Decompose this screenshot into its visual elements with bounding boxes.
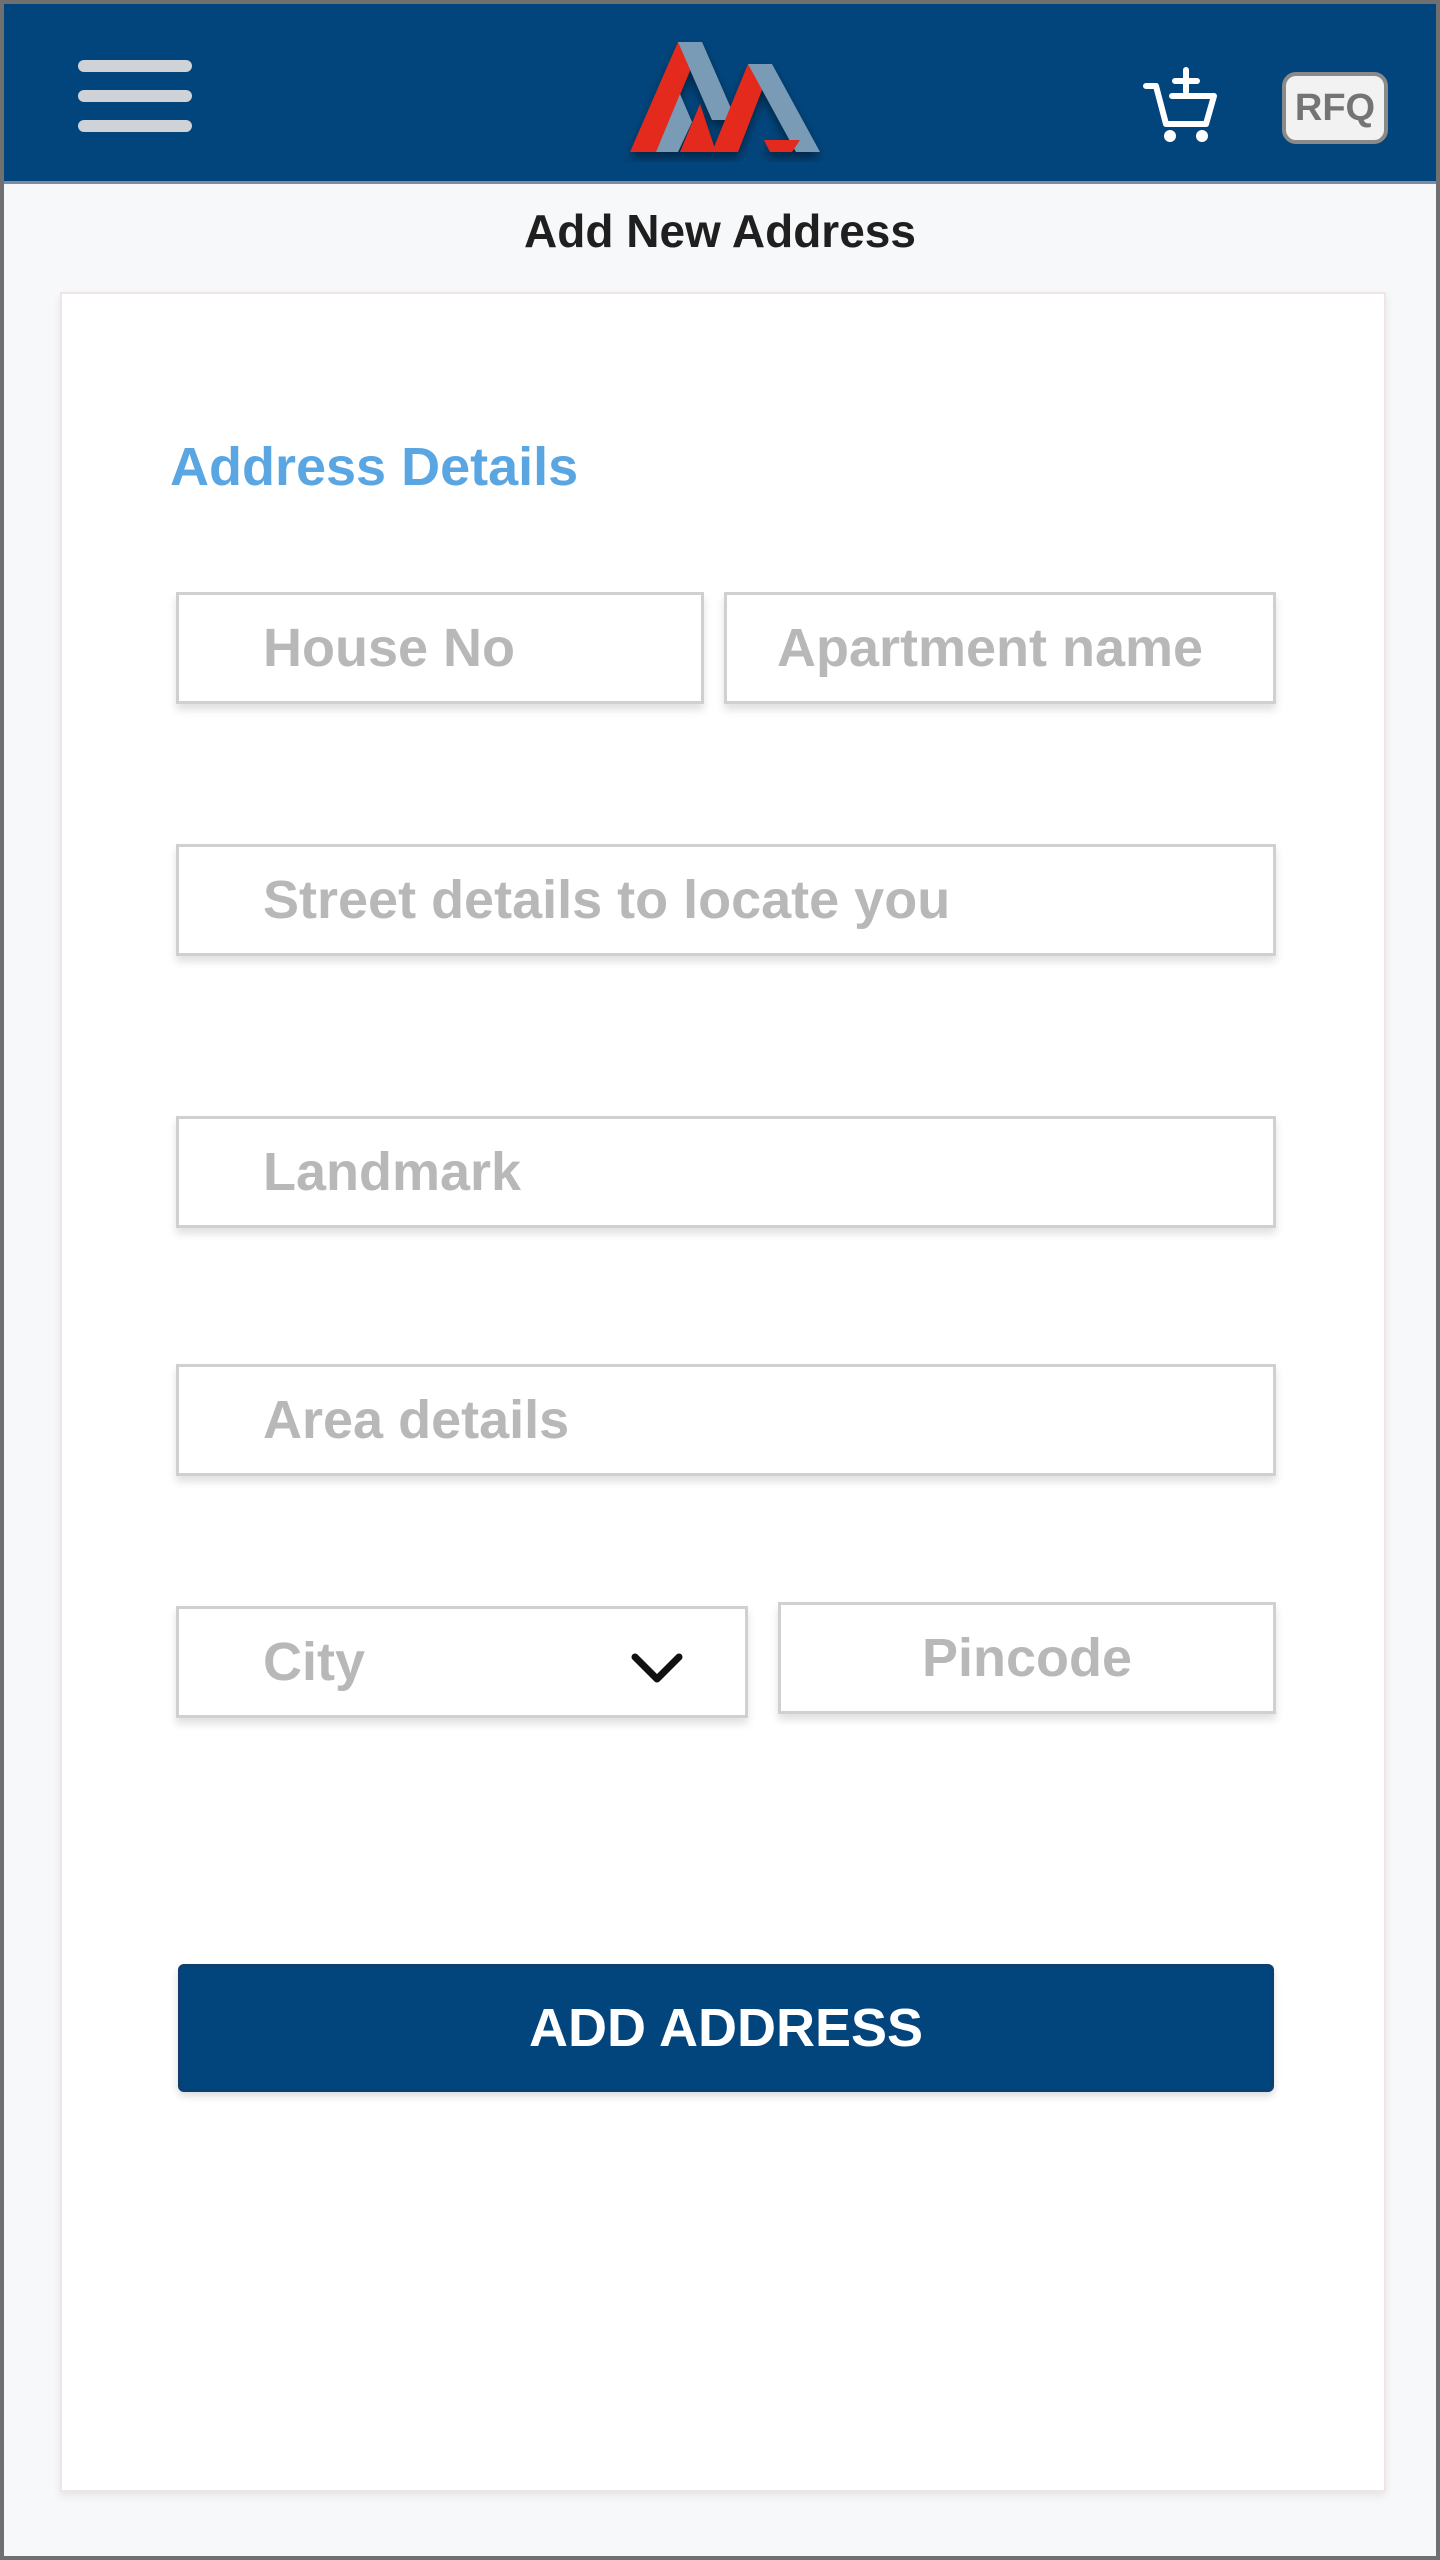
menu-icon-bar (78, 90, 192, 102)
pincode-placeholder: Pincode (921, 1628, 1133, 1688)
city-select-value: City (263, 1632, 366, 1692)
apartment-name-input[interactable]: Apartment name (724, 592, 1276, 704)
landmark-input[interactable]: Landmark (176, 1116, 1276, 1228)
address-form-card: Address Details House No Apartment name … (60, 292, 1386, 2492)
area-details-placeholder: Area details (263, 1390, 570, 1450)
section-title: Address Details (170, 437, 579, 497)
street-details-input[interactable]: Street details to locate you (176, 844, 1276, 956)
menu-icon-bar (78, 60, 192, 72)
app-frame: RFQ Add New Address Address Details Hous… (0, 0, 1440, 2560)
area-details-input[interactable]: Area details (176, 1364, 1276, 1476)
top-header: RFQ (4, 4, 1436, 184)
cart-add-icon[interactable] (1142, 66, 1222, 146)
house-no-input[interactable]: House No (176, 592, 704, 704)
add-address-button[interactable]: ADD ADDRESS (178, 1964, 1274, 2092)
street-details-placeholder: Street details to locate you (263, 870, 951, 930)
menu-icon-bar (78, 120, 192, 132)
house-no-placeholder: House No (263, 618, 516, 678)
pincode-input[interactable]: Pincode (778, 1602, 1276, 1714)
rfq-button[interactable]: RFQ (1282, 72, 1388, 144)
menu-icon[interactable] (78, 60, 192, 132)
page-title: Add New Address (524, 205, 916, 257)
chevron-down-icon (631, 1653, 683, 1683)
landmark-placeholder: Landmark (263, 1142, 522, 1202)
city-select[interactable]: City (176, 1606, 748, 1718)
brand-logo[interactable] (620, 34, 830, 162)
apartment-name-placeholder: Apartment name (777, 618, 1204, 678)
